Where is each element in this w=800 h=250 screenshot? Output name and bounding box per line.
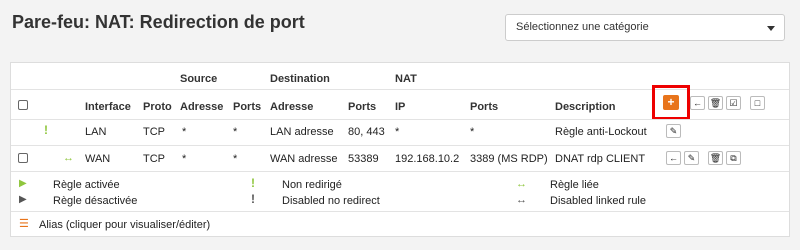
category-select[interactable]: Sélectionnez une catégorie (505, 14, 785, 41)
row-nat-ports: * (470, 126, 475, 138)
row-interface: LAN (85, 126, 107, 138)
trash-icon: 🗑 (709, 153, 722, 163)
double-arrow-icon: ↔ (516, 194, 527, 206)
legend-disabled: Règle désactivée (53, 195, 138, 207)
col-nat-ports: Ports (470, 101, 499, 113)
divider (11, 171, 789, 172)
col-src-address: Adresse (180, 101, 224, 113)
play-icon: ▶ (19, 178, 27, 189)
divider (11, 145, 789, 146)
row-proto: TCP (143, 153, 165, 165)
check-square-icon: ☑ (729, 98, 738, 108)
col-src-ports: Ports (233, 101, 262, 113)
group-header-source: Source (180, 73, 218, 85)
edit-rule-button[interactable]: ✎ (666, 124, 681, 138)
page-title: Pare-feu: NAT: Redirection de port (12, 12, 305, 32)
exclamation-icon: ! (251, 176, 255, 190)
row-src-ports: * (233, 153, 238, 165)
col-proto: Proto (143, 101, 172, 113)
pencil-icon: ✎ (669, 126, 678, 136)
col-interface: Interface (85, 101, 131, 113)
col-dst-ports: Ports (348, 101, 377, 113)
page-header: Pare-feu: NAT: Redirection de port Sélec… (0, 0, 800, 50)
row-nat-ip: 192.168.10.2 (395, 153, 460, 165)
chevron-down-icon (767, 26, 775, 31)
legend-disabled-no-redirect: Disabled no redirect (282, 195, 380, 207)
row-interface: WAN (85, 153, 111, 165)
legend-no-redirect: Non redirigé (282, 179, 342, 191)
row-proto: TCP (143, 126, 165, 138)
copy-icon: ⧉ (730, 153, 737, 163)
row-description: DNAT rdp CLIENT (555, 153, 646, 165)
row-checkbox[interactable] (18, 153, 28, 163)
delete-rules-button[interactable]: 🗑 (708, 96, 723, 110)
divider (11, 211, 789, 212)
row-nat-ip: * (395, 126, 400, 138)
row-dst-address: LAN adresse (270, 126, 334, 138)
add-rule-button[interactable]: + (663, 95, 679, 110)
trash-icon: 🗑 (709, 98, 722, 108)
double-arrow-icon: ↔ (516, 178, 527, 190)
group-header-nat: NAT (395, 73, 417, 85)
exclamation-icon: ! (251, 192, 255, 206)
row-description: Règle anti-Lockout (555, 126, 647, 138)
exclamation-icon: ! (44, 123, 48, 137)
double-arrow-icon: ↔ (63, 152, 74, 164)
group-header-destination: Destination (270, 73, 330, 85)
col-description: Description (555, 101, 616, 113)
category-select-value: Sélectionnez une catégorie (516, 21, 649, 33)
row-dst-ports: 80, 443 (348, 126, 385, 138)
select-rules-button[interactable]: □ (750, 96, 765, 110)
edit-rule-button[interactable]: ✎ (684, 151, 699, 165)
move-rule-button[interactable]: ← (666, 151, 681, 165)
row-dst-address: WAN adresse (270, 153, 338, 165)
arrow-left-icon: ← (669, 153, 678, 163)
square-icon: □ (754, 98, 761, 108)
nat-rules-panel: Source Destination NAT Interface Proto A… (10, 62, 790, 237)
plus-icon: + (667, 95, 675, 109)
col-nat-ip: IP (395, 101, 406, 113)
pencil-icon: ✎ (687, 153, 696, 163)
enable-rules-button[interactable]: ☑ (726, 96, 741, 110)
row-dst-ports: 53389 (348, 153, 379, 165)
row-src-ports: * (233, 126, 238, 138)
play-icon: ▶ (19, 194, 27, 205)
arrow-left-icon: ← (693, 98, 702, 108)
row-src-address: * (182, 153, 187, 165)
divider (11, 119, 789, 120)
select-all-checkbox[interactable] (18, 100, 28, 110)
list-icon: ☰ (19, 218, 29, 230)
col-dst-address: Adresse (270, 101, 314, 113)
move-rules-button[interactable]: ← (690, 96, 705, 110)
row-nat-ports: 3389 (MS RDP) (470, 153, 548, 165)
copy-rule-button[interactable]: ⧉ (726, 151, 741, 165)
row-src-address: * (182, 126, 187, 138)
legend-alias: Alias (cliquer pour visualiser/éditer) (39, 219, 211, 231)
legend-enabled: Règle activée (53, 179, 120, 191)
legend-disabled-linked: Disabled linked rule (550, 195, 646, 207)
legend-linked: Règle liée (550, 179, 599, 191)
delete-rule-button[interactable]: 🗑 (708, 151, 723, 165)
